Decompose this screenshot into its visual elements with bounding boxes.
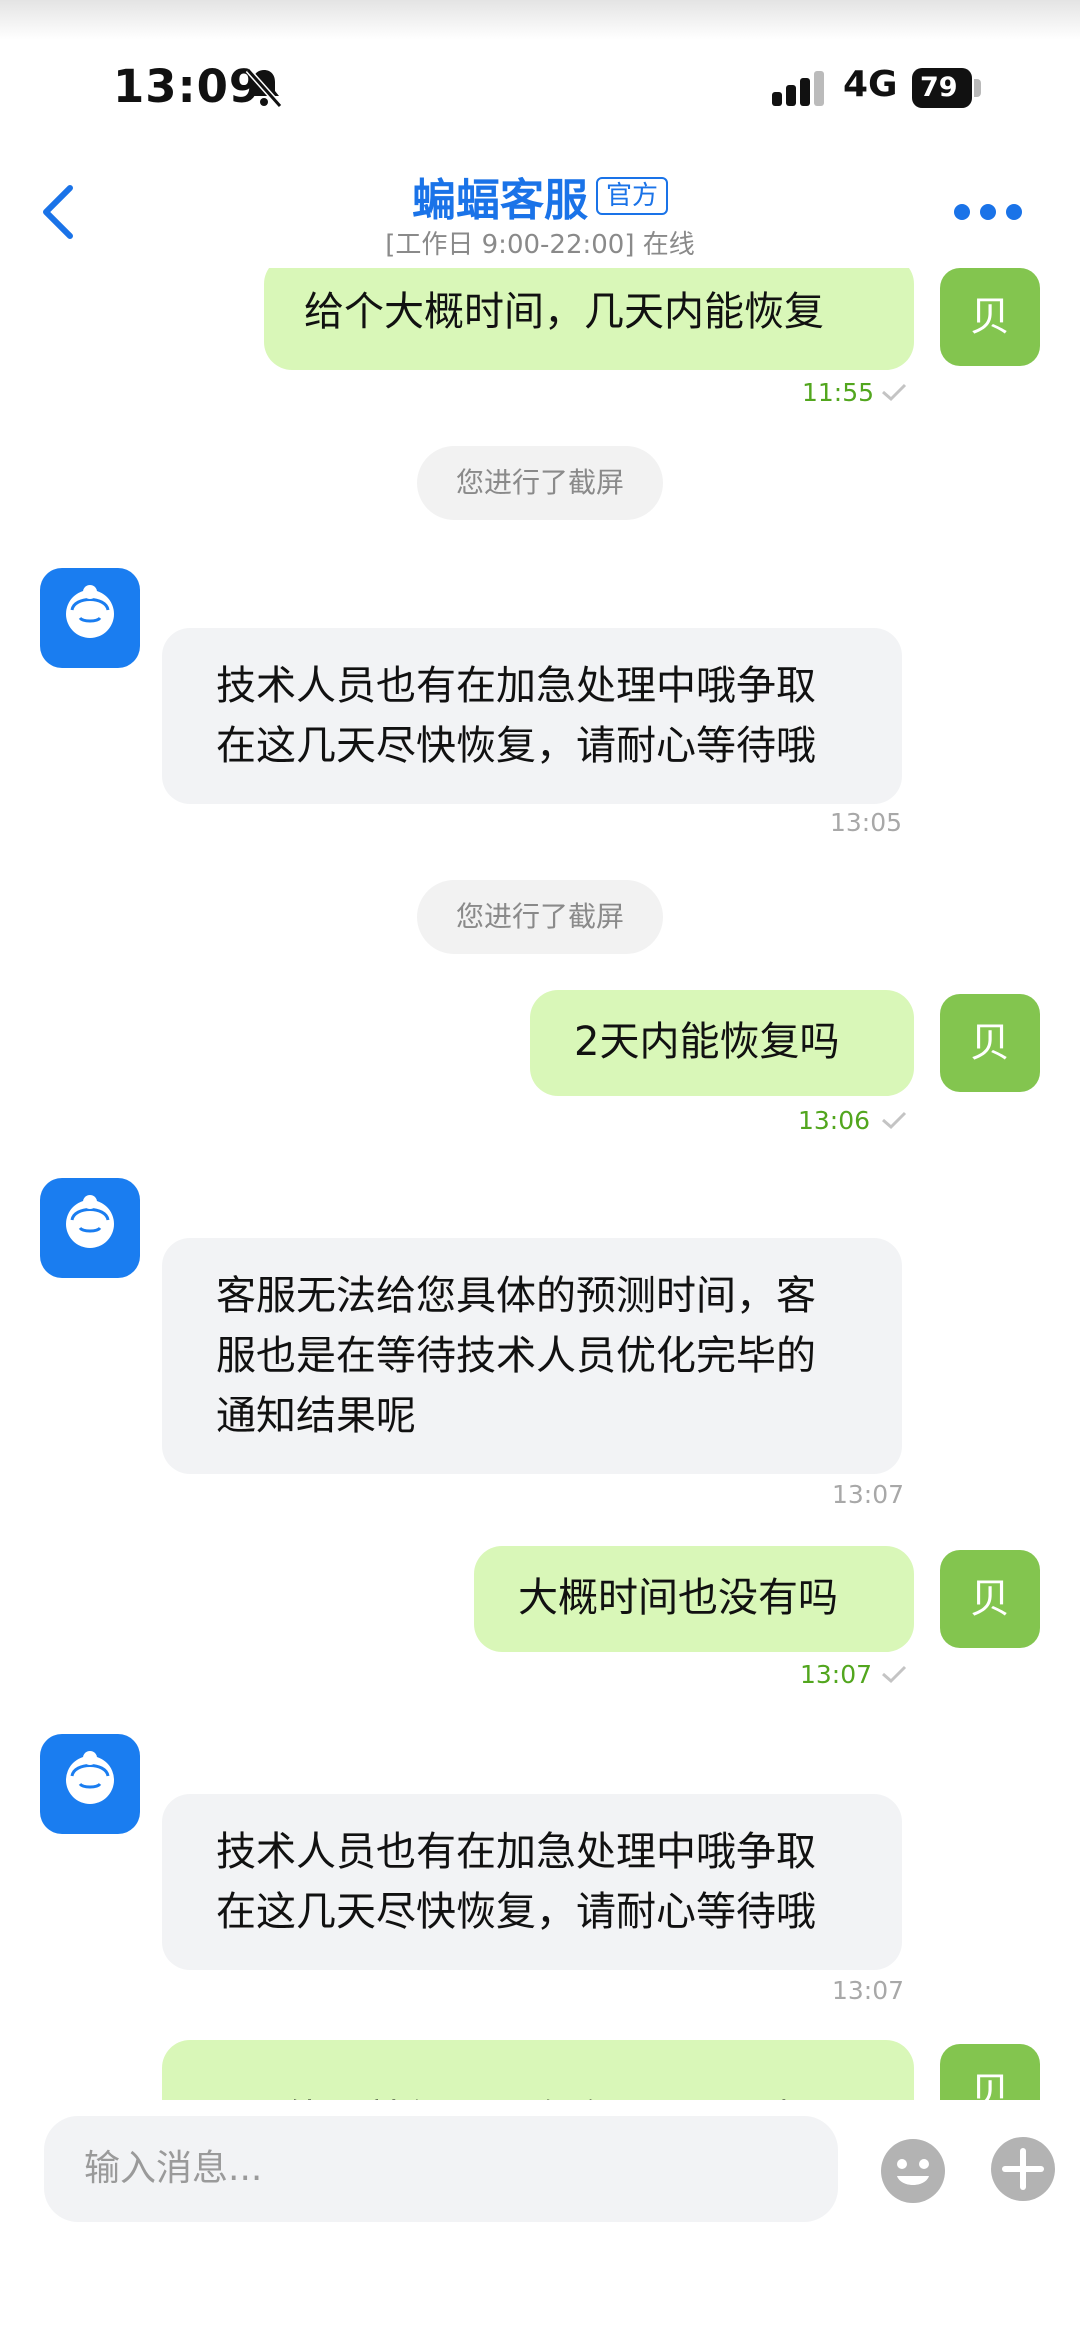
input-bar: 输入消息... xyxy=(0,2100,1080,2348)
message-line: 服也是在等待技术人员优化完毕的 xyxy=(216,1333,816,1379)
title-row: 蝙蝠客服 官方 xyxy=(0,164,1080,228)
message-time: 13:05 xyxy=(830,808,903,837)
signal-icon xyxy=(772,71,824,106)
emoji-icon[interactable] xyxy=(880,2138,946,2204)
screenshot-notice: 您进行了截屏 xyxy=(417,880,663,954)
support-avatar[interactable] xyxy=(40,568,140,668)
message-text: 2天内能恢复吗 xyxy=(574,1019,840,1065)
message-list[interactable]: 给个大概时间，几天内能恢复 贝 11:55 您进行了截屏 技术人员也有在加急处理… xyxy=(0,268,1080,2100)
message-text: 只要能用就行，别跑路了😂网上都 xyxy=(206,2090,870,2100)
screenshot-notice: 您进行了截屏 xyxy=(417,446,663,520)
support-agent-icon xyxy=(66,585,114,638)
chat-header: 蝙蝠客服 官方 [工作日 9:00-22:00] 在线 xyxy=(0,150,1080,270)
message-line: 在这几天尽快恢复，请耐心等待哦 xyxy=(216,1889,816,1935)
message-input[interactable]: 输入消息... xyxy=(44,2116,838,2222)
message-text: 给个大概时间，几天内能恢复 xyxy=(304,289,824,335)
bell-muted-icon xyxy=(245,68,283,108)
outgoing-message[interactable]: 只要能用就行，别跑路了😂网上都 xyxy=(162,2040,914,2100)
message-time: 11:55 xyxy=(802,378,875,407)
battery-level: 79 xyxy=(912,68,972,108)
my-avatar[interactable]: 贝 xyxy=(940,1550,1040,1648)
outgoing-message[interactable]: 2天内能恢复吗 xyxy=(530,990,914,1096)
outgoing-message[interactable]: 大概时间也没有吗 xyxy=(474,1546,914,1652)
message-line: 技术人员也有在加急处理中哦争取 xyxy=(216,663,816,709)
support-agent-icon xyxy=(66,1751,114,1804)
message-line: 在这几天尽快恢复，请耐心等待哦 xyxy=(216,723,816,769)
support-agent-icon xyxy=(66,1195,114,1248)
my-avatar[interactable]: 贝 xyxy=(940,2044,1040,2100)
status-time: 13:09 xyxy=(113,60,262,113)
incoming-message[interactable]: 客服无法给您具体的预测时间，客 服也是在等待技术人员优化完毕的 通知结果呢 xyxy=(162,1238,902,1474)
message-time: 13:07 xyxy=(832,1480,905,1509)
incoming-message[interactable]: 技术人员也有在加急处理中哦争取 在这几天尽快恢复，请耐心等待哦 xyxy=(162,1794,902,1970)
support-avatar[interactable] xyxy=(40,1178,140,1278)
more-dots-icon[interactable] xyxy=(952,202,1024,222)
service-hours: [工作日 9:00-22:00] 在线 xyxy=(385,230,695,260)
outgoing-message[interactable]: 给个大概时间，几天内能恢复 xyxy=(264,268,914,370)
message-time: 13:07 xyxy=(800,1660,873,1689)
incoming-message[interactable]: 技术人员也有在加急处理中哦争取 在这几天尽快恢复，请耐心等待哦 xyxy=(162,628,902,804)
my-avatar[interactable]: 贝 xyxy=(940,994,1040,1092)
message-line: 通知结果呢 xyxy=(216,1393,416,1439)
my-avatar[interactable]: 贝 xyxy=(940,268,1040,366)
sent-check-icon xyxy=(882,1665,907,1684)
support-avatar[interactable] xyxy=(40,1734,140,1834)
network-label: 4G xyxy=(843,64,898,105)
sent-check-icon xyxy=(882,383,907,402)
message-text: 大概时间也没有吗 xyxy=(518,1575,838,1621)
message-line: 客服无法给您具体的预测时间，客 xyxy=(216,1273,816,1319)
message-time: 13:07 xyxy=(832,1976,905,2005)
page-title: 蝙蝠客服 xyxy=(411,175,588,226)
plus-icon[interactable] xyxy=(990,2136,1056,2202)
battery-cap xyxy=(974,79,981,97)
message-line: 技术人员也有在加急处理中哦争取 xyxy=(216,1829,816,1875)
message-time: 13:06 xyxy=(798,1106,871,1135)
official-badge: 官方 xyxy=(595,177,668,215)
status-bar: 13:09 4G 79 xyxy=(0,0,1080,130)
sent-check-icon xyxy=(882,1111,907,1130)
